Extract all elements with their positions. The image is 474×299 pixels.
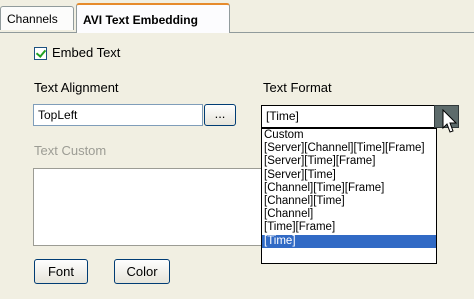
dropdown-option-selected[interactable]: [Time] xyxy=(262,234,436,248)
dropdown-option[interactable]: [Server][Time] xyxy=(262,169,436,182)
embed-text-label: Embed Text xyxy=(52,45,121,60)
dropdown-option[interactable]: [Channel] xyxy=(262,208,436,221)
tab-channels[interactable]: Channels xyxy=(0,6,74,30)
dropdown-option[interactable]: [Channel][Time] xyxy=(262,195,436,208)
dropdown-option[interactable]: [Server][Time][Frame] xyxy=(262,155,436,168)
dropdown-option[interactable]: Custom xyxy=(262,129,436,142)
dropdown-option[interactable]: [Server][Channel][Time][Frame] xyxy=(262,142,436,155)
text-format-label: Text Format xyxy=(263,80,332,95)
check-icon xyxy=(35,47,47,58)
tab-strip: Channels AVI Text Embedding xyxy=(0,0,474,34)
text-format-dropdown-list: Custom [Server][Channel][Time][Frame] [S… xyxy=(261,128,437,264)
text-alignment-label: Text Alignment xyxy=(34,80,119,95)
text-format-field[interactable]: [Time] xyxy=(261,105,435,128)
font-button[interactable]: Font xyxy=(34,259,88,284)
color-button[interactable]: Color xyxy=(114,259,170,284)
text-custom-label: Text Custom xyxy=(34,143,107,158)
text-alignment-field[interactable]: TopLeft xyxy=(33,104,203,126)
embed-text-checkbox[interactable] xyxy=(34,47,47,60)
text-custom-textarea[interactable] xyxy=(33,168,267,246)
mouse-pointer-icon xyxy=(442,109,458,133)
dropdown-option[interactable]: [Time][Frame] xyxy=(262,221,436,234)
dropdown-option[interactable]: [Channel][Time][Frame] xyxy=(262,182,436,195)
text-alignment-browse-button[interactable]: ... xyxy=(204,104,236,126)
tab-avi-text-embedding[interactable]: AVI Text Embedding xyxy=(76,3,230,33)
